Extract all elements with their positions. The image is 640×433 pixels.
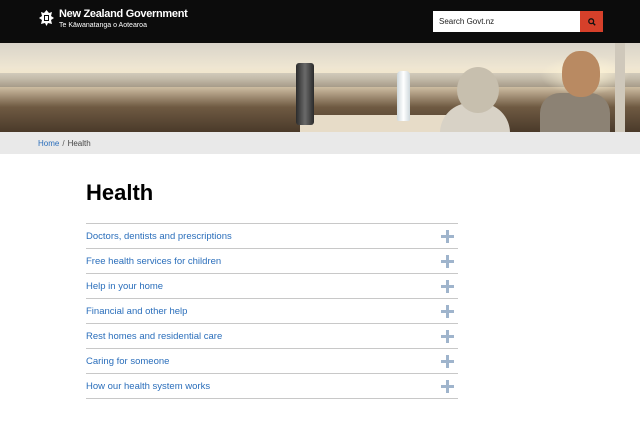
- plus-icon[interactable]: [441, 354, 454, 368]
- accordion-item-help-in-home[interactable]: Help in your home: [86, 274, 458, 299]
- site-header: New Zealand Government Te Kāwanatanga o …: [0, 0, 640, 43]
- breadcrumb-separator: /: [62, 138, 65, 148]
- accordion-item-label: Financial and other help: [86, 305, 188, 317]
- accordion-item-label: Caring for someone: [86, 355, 170, 367]
- accordion-item-caring[interactable]: Caring for someone: [86, 349, 458, 374]
- page-title: Health: [86, 180, 154, 205]
- accordion-item-financial-help[interactable]: Financial and other help: [86, 299, 458, 324]
- plus-icon[interactable]: [441, 379, 454, 393]
- accordion-item-rest-homes[interactable]: Rest homes and residential care: [86, 324, 458, 349]
- plus-icon[interactable]: [441, 329, 454, 343]
- accordion-item-label: Rest homes and residential care: [86, 330, 223, 342]
- govt-logo[interactable]: New Zealand Government Te Kāwanatanga o …: [38, 9, 188, 29]
- main-content: Health Doctors, dentists and prescriptio…: [86, 175, 458, 399]
- breadcrumb-current: Health: [67, 138, 91, 148]
- plus-icon[interactable]: [441, 229, 454, 243]
- breadcrumb: Home / Health: [0, 132, 640, 154]
- hero-image: [0, 43, 640, 132]
- plus-icon[interactable]: [441, 304, 454, 318]
- search-input[interactable]: [433, 11, 580, 32]
- search-button[interactable]: [580, 11, 603, 32]
- plus-icon[interactable]: [441, 254, 454, 268]
- accordion-item-doctors[interactable]: Doctors, dentists and prescriptions: [86, 224, 458, 249]
- site-search: [433, 11, 603, 32]
- accordion-item-label: Free health services for children: [86, 255, 222, 267]
- accordion-item-health-system[interactable]: How our health system works: [86, 374, 458, 399]
- breadcrumb-home-link[interactable]: Home: [38, 139, 59, 148]
- magnifier-icon: [587, 17, 596, 26]
- logo-sub-text: Te Kāwanatanga o Aotearoa: [59, 22, 147, 29]
- accordion-item-label: Help in your home: [86, 280, 164, 292]
- logo-main-text: New Zealand Government: [59, 8, 188, 20]
- accordion-item-free-health-services[interactable]: Free health services for children: [86, 249, 458, 274]
- plus-icon[interactable]: [441, 279, 454, 293]
- health-topics-accordion: Doctors, dentists and prescriptions Free…: [86, 223, 458, 399]
- accordion-item-label: Doctors, dentists and prescriptions: [86, 230, 232, 242]
- coat-of-arms-icon: [39, 10, 54, 26]
- accordion-item-label: How our health system works: [86, 380, 211, 392]
